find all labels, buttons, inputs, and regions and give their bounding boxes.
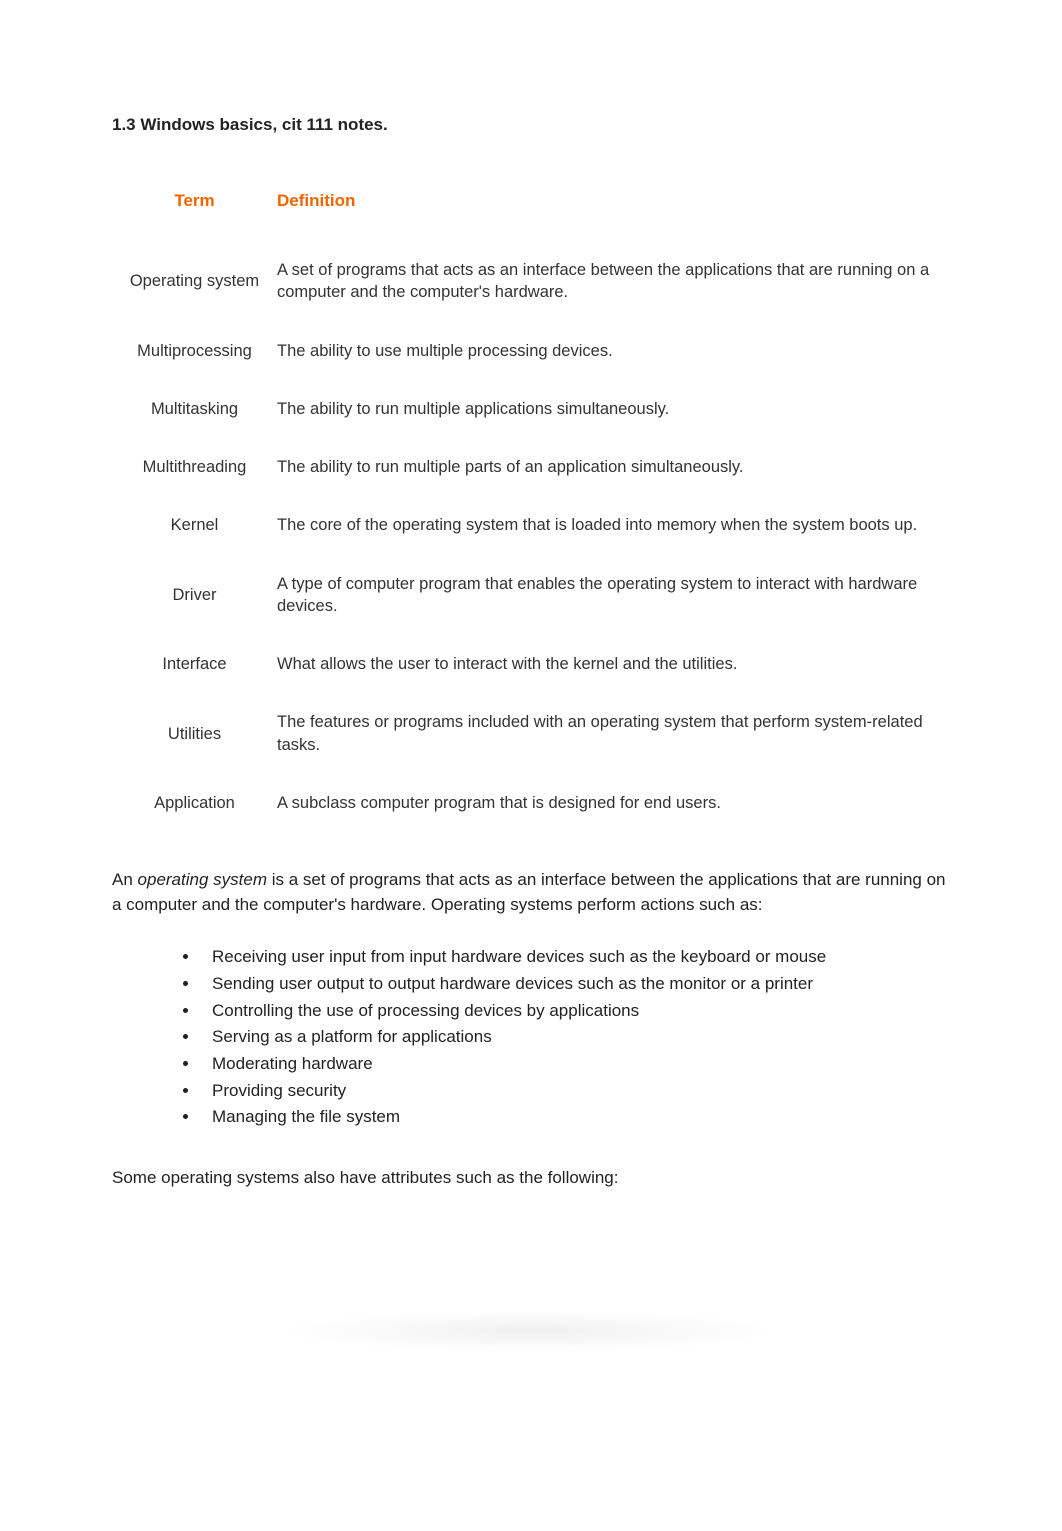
list-item: Moderating hardware	[200, 1052, 840, 1077]
table-row: Utilities The features or programs inclu…	[112, 693, 950, 774]
term-cell: Multiprocessing	[112, 322, 277, 380]
table-row: Driver A type of computer program that e…	[112, 555, 950, 636]
table-row: Interface What allows the user to intera…	[112, 635, 950, 693]
list-item: Managing the file system	[200, 1105, 840, 1130]
table-row: Kernel The core of the operating system …	[112, 496, 950, 554]
table-row: Multitasking The ability to run multiple…	[112, 380, 950, 438]
term-cell: Operating system	[112, 241, 277, 322]
list-item: Serving as a platform for applications	[200, 1025, 840, 1050]
page-cutoff-shadow	[281, 1311, 781, 1351]
definition-cell: A set of programs that acts as an interf…	[277, 241, 950, 322]
table-row: Operating system A set of programs that …	[112, 241, 950, 322]
page-title: 1.3 Windows basics, cit 111 notes.	[112, 115, 950, 135]
paragraph-emphasis: operating system	[138, 870, 267, 889]
definition-cell: The features or programs included with a…	[277, 693, 950, 774]
table-header-row: Term Definition	[112, 183, 950, 241]
definition-cell: The ability to run multiple applications…	[277, 380, 950, 438]
paragraph-prefix: An	[112, 870, 138, 889]
column-header-definition: Definition	[277, 183, 950, 241]
definition-cell: A subclass computer program that is desi…	[277, 774, 950, 832]
list-item: Sending user output to output hardware d…	[200, 972, 840, 997]
term-cell: Kernel	[112, 496, 277, 554]
document-page: 1.3 Windows basics, cit 111 notes. Term …	[0, 0, 1062, 1531]
table-row: Multiprocessing The ability to use multi…	[112, 322, 950, 380]
definition-cell: The core of the operating system that is…	[277, 496, 950, 554]
term-cell: Multitasking	[112, 380, 277, 438]
term-cell: Interface	[112, 635, 277, 693]
definition-cell: The ability to run multiple parts of an …	[277, 438, 950, 496]
definition-cell: The ability to use multiple processing d…	[277, 322, 950, 380]
list-item: Receiving user input from input hardware…	[200, 945, 840, 970]
term-cell: Utilities	[112, 693, 277, 774]
term-cell: Application	[112, 774, 277, 832]
table-row: Multithreading The ability to run multip…	[112, 438, 950, 496]
list-item: Controlling the use of processing device…	[200, 999, 840, 1024]
list-item: Providing security	[200, 1079, 840, 1104]
table-row: Application A subclass computer program …	[112, 774, 950, 832]
followup-paragraph: Some operating systems also have attribu…	[112, 1166, 950, 1191]
term-cell: Multithreading	[112, 438, 277, 496]
term-cell: Driver	[112, 555, 277, 636]
definition-cell: What allows the user to interact with th…	[277, 635, 950, 693]
actions-list: Receiving user input from input hardware…	[200, 945, 840, 1129]
terms-table: Term Definition Operating system A set o…	[112, 183, 950, 832]
column-header-term: Term	[112, 183, 277, 241]
intro-paragraph: An operating system is a set of programs…	[112, 868, 950, 917]
definition-cell: A type of computer program that enables …	[277, 555, 950, 636]
